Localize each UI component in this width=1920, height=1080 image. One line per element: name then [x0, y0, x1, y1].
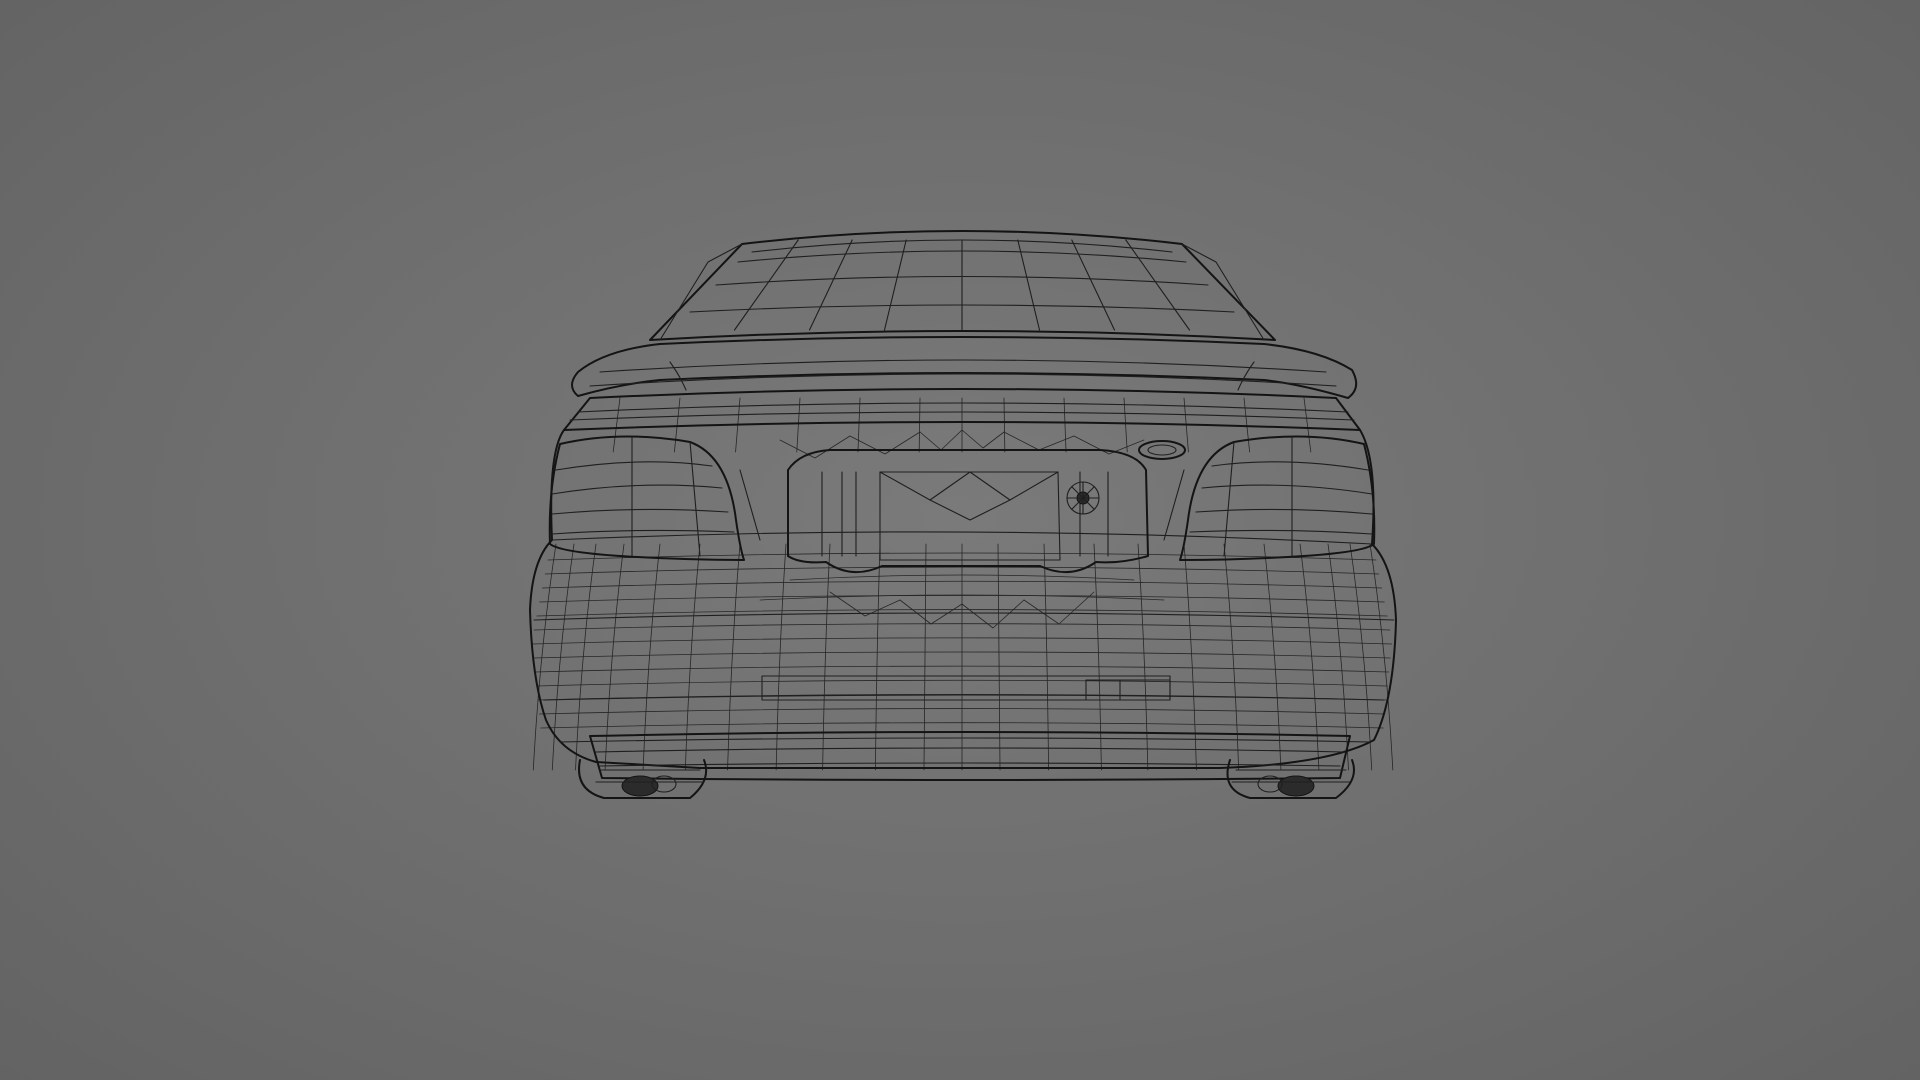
brand-emblem-icon: [1138, 440, 1186, 460]
right-tail-light: [1163, 435, 1376, 561]
trunk-lock-icon: [1066, 481, 1100, 515]
body-mesh-grid: [532, 239, 1394, 771]
bumper-reflector: [761, 675, 1171, 701]
car-wireframe-model: [529, 230, 1397, 799]
left-tail-light: [548, 435, 761, 561]
3d-viewport[interactable]: [0, 0, 1920, 1080]
